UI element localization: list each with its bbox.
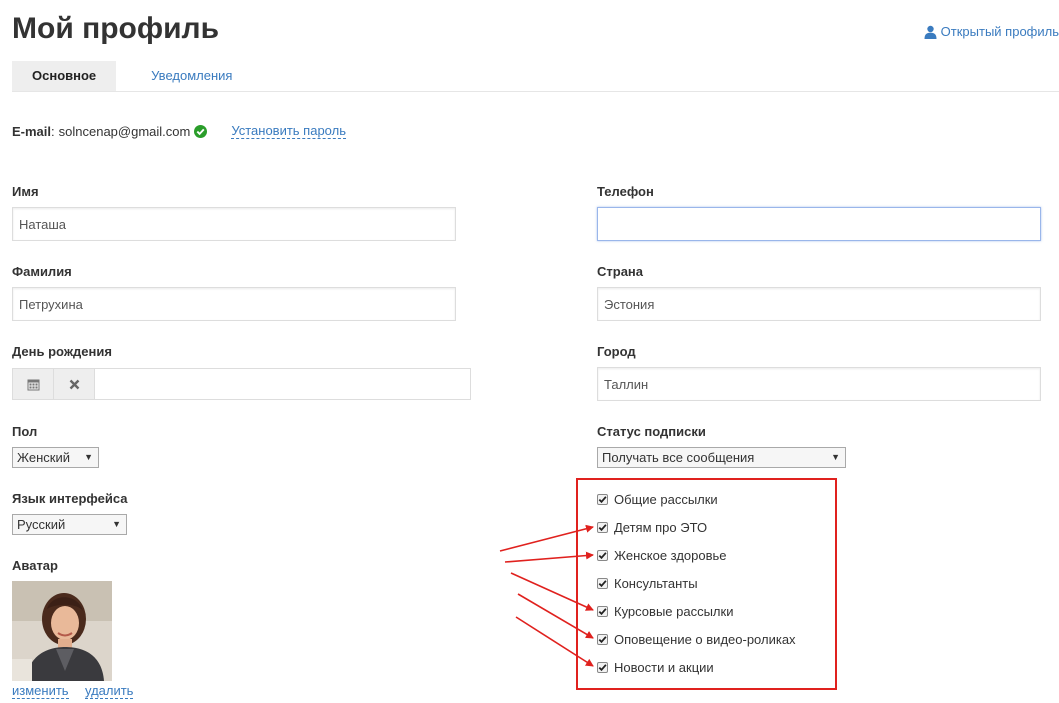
calendar-icon <box>27 379 39 390</box>
email-value: solncenap@gmail.com <box>58 123 191 139</box>
birthday-input[interactable] <box>95 369 470 399</box>
tab-main[interactable]: Основное <box>12 61 117 91</box>
avatar <box>12 581 112 681</box>
gender-label: Пол <box>12 424 38 439</box>
subscription-status-select[interactable]: Получать все сообщения ▼ <box>597 447 846 468</box>
calendar-button[interactable] <box>13 369 54 399</box>
page-title: Мой профиль <box>12 12 220 45</box>
subscription-label: Консультанты <box>614 576 698 591</box>
avatar-photo <box>12 581 112 681</box>
tab-notifications[interactable]: Уведомления <box>131 61 252 91</box>
phone-input[interactable] <box>597 207 1041 241</box>
annotation-arrows <box>499 524 594 667</box>
language-label: Язык интерфейса <box>12 491 128 506</box>
avatar-label: Аватар <box>12 558 58 573</box>
checkbox-checked-icon[interactable] <box>597 550 608 561</box>
avatar-delete-link[interactable]: удалить <box>85 683 134 699</box>
email-label: E-mail <box>12 123 52 139</box>
subscription-item[interactable]: Новости и акции <box>597 660 714 675</box>
subscription-status-value: Получать все сообщения <box>602 450 755 465</box>
tabs-divider <box>12 91 1059 92</box>
subscription-label: Курсовые рассылки <box>614 604 734 619</box>
checkbox-checked-icon[interactable] <box>597 606 608 617</box>
open-profile-link[interactable]: Открытый профиль <box>924 24 1059 39</box>
subscription-item[interactable]: Консультанты <box>597 576 698 591</box>
email-row: E-mail: solncenap@gmail.com Установить п… <box>12 123 346 139</box>
subscription-status-label: Статус подписки <box>597 424 706 439</box>
country-label: Страна <box>597 264 644 279</box>
gender-select-value: Женский <box>17 450 70 465</box>
avatar-change-link[interactable]: изменить <box>12 683 69 699</box>
email-colon: : <box>51 123 55 139</box>
subscription-label: Общие рассылки <box>614 492 718 507</box>
language-select[interactable]: Русский ▼ <box>12 514 127 535</box>
set-password-link[interactable]: Установить пароль <box>231 123 346 139</box>
checkbox-checked-icon[interactable] <box>597 494 608 505</box>
tab-bar: Основное Уведомления <box>12 61 252 91</box>
subscription-item[interactable]: Женское здоровье <box>597 548 727 563</box>
subscription-label: Оповещение о видео-роликах <box>614 632 796 647</box>
first-name-input[interactable] <box>12 207 456 241</box>
checkbox-checked-icon[interactable] <box>597 662 608 673</box>
language-select-value: Русский <box>17 517 66 532</box>
dropdown-arrow-icon: ▼ <box>112 519 121 529</box>
city-label: Город <box>597 344 636 359</box>
last-name-label: Фамилия <box>12 264 72 279</box>
first-name-label: Имя <box>12 184 39 199</box>
checkbox-checked-icon[interactable] <box>597 522 608 533</box>
subscription-item[interactable]: Общие рассылки <box>597 492 718 507</box>
last-name-input[interactable] <box>12 287 456 321</box>
clear-date-button[interactable] <box>54 369 95 399</box>
subscription-label: Новости и акции <box>614 660 714 675</box>
subscription-label: Детям про ЭТО <box>614 520 708 535</box>
city-input[interactable] <box>597 367 1041 401</box>
verified-check-icon <box>194 124 208 138</box>
close-icon <box>69 379 79 389</box>
checkbox-checked-icon[interactable] <box>597 634 608 645</box>
birthday-label: День рождения <box>12 344 112 359</box>
subscription-item[interactable]: Детям про ЭТО <box>597 520 707 535</box>
subscription-item[interactable]: Оповещение о видео-роликах <box>597 632 796 647</box>
subscription-label: Женское здоровье <box>614 548 727 563</box>
gender-select[interactable]: Женский ▼ <box>12 447 99 468</box>
open-profile-label: Открытый профиль <box>940 24 1059 39</box>
subscription-item[interactable]: Курсовые рассылки <box>597 604 733 619</box>
phone-label: Телефон <box>597 184 654 199</box>
country-input[interactable] <box>597 287 1041 321</box>
dropdown-arrow-icon: ▼ <box>84 452 93 462</box>
birthday-picker <box>12 368 471 400</box>
user-icon <box>924 25 937 39</box>
dropdown-arrow-icon: ▼ <box>831 452 840 462</box>
checkbox-checked-icon[interactable] <box>597 578 608 589</box>
